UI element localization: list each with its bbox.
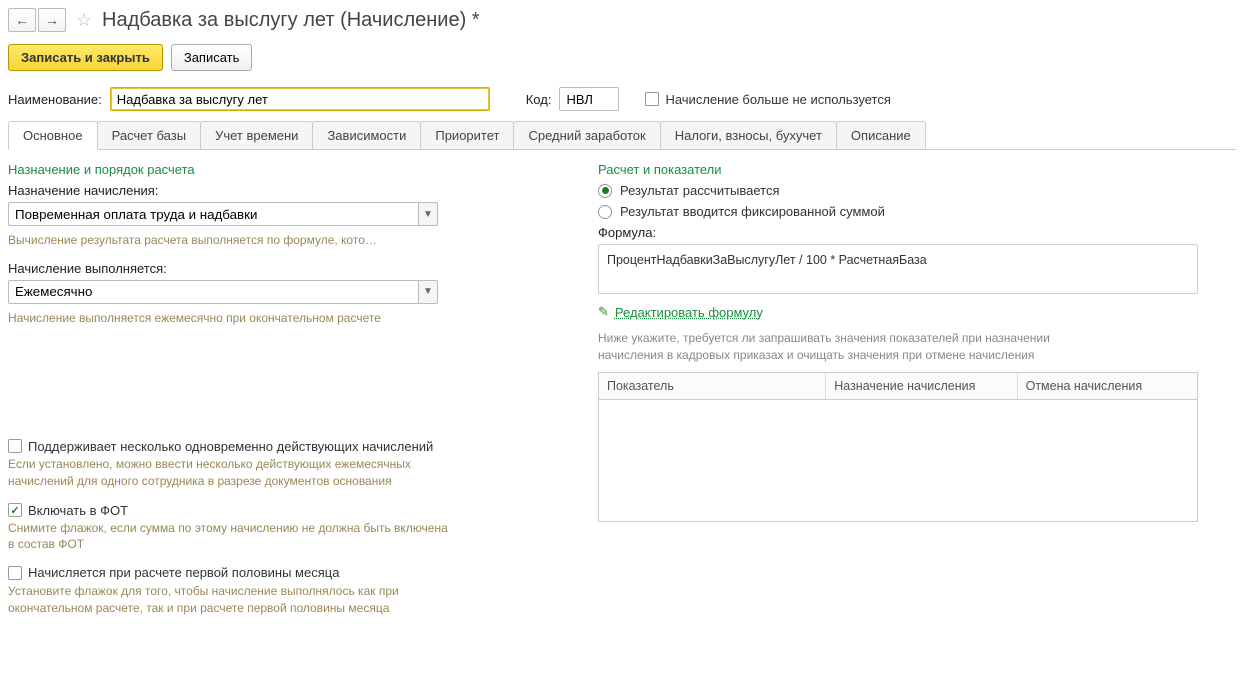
- tab-average[interactable]: Средний заработок: [513, 121, 660, 149]
- disused-checkbox[interactable]: [645, 92, 659, 106]
- exec-select[interactable]: [8, 280, 418, 304]
- result-calculated-label: Результат рассчитывается: [620, 183, 780, 198]
- th-cancel[interactable]: Отмена начисления: [1018, 373, 1197, 399]
- section-purpose-title: Назначение и порядок расчета: [8, 162, 568, 177]
- fot-hint: Снимите флажок, если сумма по этому начи…: [8, 520, 448, 554]
- chevron-down-icon: ▼: [423, 209, 433, 220]
- name-label: Наименование:: [8, 92, 102, 107]
- half-month-hint: Установите флажок для того, чтобы начисл…: [8, 583, 448, 617]
- save-and-close-button[interactable]: Записать и закрыть: [8, 44, 163, 71]
- half-month-label: Начисляется при расчете первой половины …: [28, 565, 339, 580]
- tab-description[interactable]: Описание: [836, 121, 926, 149]
- tab-taxes[interactable]: Налоги, взносы, бухучет: [660, 121, 837, 149]
- formula-label: Формула:: [598, 225, 1236, 240]
- purpose-hint: Вычисление результата расчета выполняетс…: [8, 232, 448, 249]
- half-month-checkbox[interactable]: [8, 566, 22, 580]
- exec-hint: Начисление выполняется ежемесячно при ок…: [8, 310, 448, 327]
- th-assign[interactable]: Назначение начисления: [826, 373, 1017, 399]
- tab-priority[interactable]: Приоритет: [420, 121, 514, 149]
- formula-box[interactable]: ПроцентНадбавкиЗаВыслугуЛет / 100 * Расч…: [598, 244, 1198, 294]
- result-calculated-radio[interactable]: [598, 184, 612, 198]
- disused-label: Начисление больше не используется: [665, 92, 890, 107]
- result-fixed-label: Результат вводится фиксированной суммой: [620, 204, 885, 219]
- nav-forward-button[interactable]: →: [38, 8, 66, 32]
- result-fixed-radio[interactable]: [598, 205, 612, 219]
- multi-label: Поддерживает несколько одновременно дейс…: [28, 439, 433, 454]
- favorite-star-icon[interactable]: ☆: [74, 10, 94, 30]
- purpose-label: Назначение начисления:: [8, 183, 568, 198]
- page-title: Надбавка за выслугу лет (Начисление) *: [102, 9, 480, 32]
- purpose-dropdown-button[interactable]: ▼: [418, 202, 438, 226]
- tab-main[interactable]: Основное: [8, 121, 98, 150]
- multi-checkbox[interactable]: [8, 439, 22, 453]
- tab-base[interactable]: Расчет базы: [97, 121, 202, 149]
- section-calc-title: Расчет и показатели: [598, 162, 1236, 177]
- tab-time[interactable]: Учет времени: [200, 121, 313, 149]
- multi-hint: Если установлено, можно ввести несколько…: [8, 456, 448, 490]
- table-body[interactable]: [599, 400, 1197, 518]
- fot-checkbox[interactable]: [8, 503, 22, 517]
- tabs: Основное Расчет базы Учет времени Зависи…: [8, 121, 1236, 150]
- fot-label: Включать в ФОТ: [28, 503, 128, 518]
- tab-deps[interactable]: Зависимости: [312, 121, 421, 149]
- purpose-select[interactable]: [8, 202, 418, 226]
- exec-dropdown-button[interactable]: ▼: [418, 280, 438, 304]
- edit-formula-link[interactable]: Редактировать формулу: [615, 305, 763, 320]
- exec-label: Начисление выполняется:: [8, 261, 568, 276]
- code-input[interactable]: [559, 87, 619, 111]
- nav-back-button[interactable]: ←: [8, 8, 36, 32]
- indicators-table: Показатель Назначение начисления Отмена …: [598, 372, 1198, 522]
- save-button[interactable]: Записать: [171, 44, 253, 71]
- chevron-down-icon: ▼: [423, 286, 433, 297]
- code-label: Код:: [526, 92, 552, 107]
- th-indicator[interactable]: Показатель: [599, 373, 826, 399]
- name-input[interactable]: [110, 87, 490, 111]
- params-hint: Ниже укажите, требуется ли запрашивать з…: [598, 330, 1118, 364]
- pencil-icon: ✎: [598, 304, 609, 320]
